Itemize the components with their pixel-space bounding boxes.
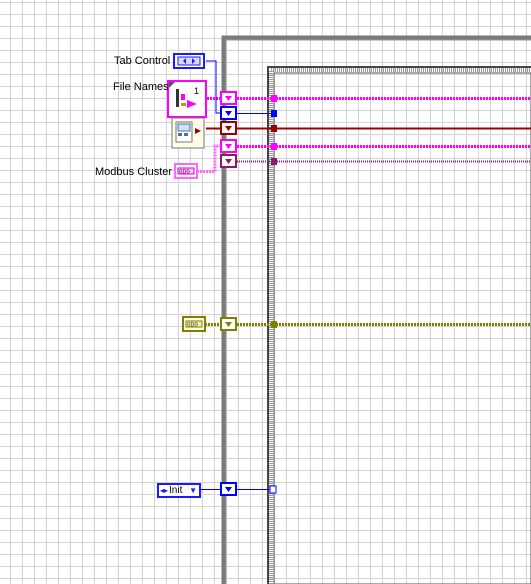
array-index-value: 1 bbox=[194, 86, 199, 96]
tab-control-label: Tab Control bbox=[114, 55, 171, 67]
shift-register-ref-cluster[interactable] bbox=[220, 317, 237, 331]
shift-register-icon[interactable] bbox=[220, 91, 237, 105]
tab-enum-icon[interactable] bbox=[173, 53, 205, 69]
shift-register-modbus[interactable] bbox=[220, 139, 237, 153]
svg-text:0D0: 0D0 bbox=[187, 322, 198, 329]
array-index-icon[interactable] bbox=[167, 80, 207, 118]
svg-text:0D0: 0D0 bbox=[179, 169, 190, 176]
refnum-icon[interactable] bbox=[171, 117, 205, 149]
modbus-cluster-icon[interactable]: 0D0 bbox=[174, 163, 198, 179]
shift-register-refnum[interactable] bbox=[220, 121, 237, 135]
enum-increment-icon[interactable]: ◂▸ bbox=[160, 485, 168, 496]
wire-modbus-cluster[interactable] bbox=[197, 144, 531, 173]
init-enum-value: Init bbox=[169, 485, 183, 496]
wire-enum-tab[interactable] bbox=[206, 60, 274, 114]
shift-register-cluster[interactable] bbox=[220, 154, 237, 168]
ref-cluster-icon[interactable]: 0D0 bbox=[182, 316, 206, 332]
modbus-cluster-label: Modbus Cluster bbox=[95, 166, 173, 178]
init-enum-constant[interactable]: ◂▸ Init ▼ bbox=[157, 483, 201, 498]
chevron-down-icon[interactable]: ▼ bbox=[189, 485, 197, 496]
shift-register-enum[interactable] bbox=[220, 106, 237, 120]
shift-register-init[interactable] bbox=[220, 482, 237, 496]
file-names-label: File Names bbox=[113, 81, 169, 93]
block-diagram: 1 0D0 0D0 bbox=[167, 35, 531, 584]
